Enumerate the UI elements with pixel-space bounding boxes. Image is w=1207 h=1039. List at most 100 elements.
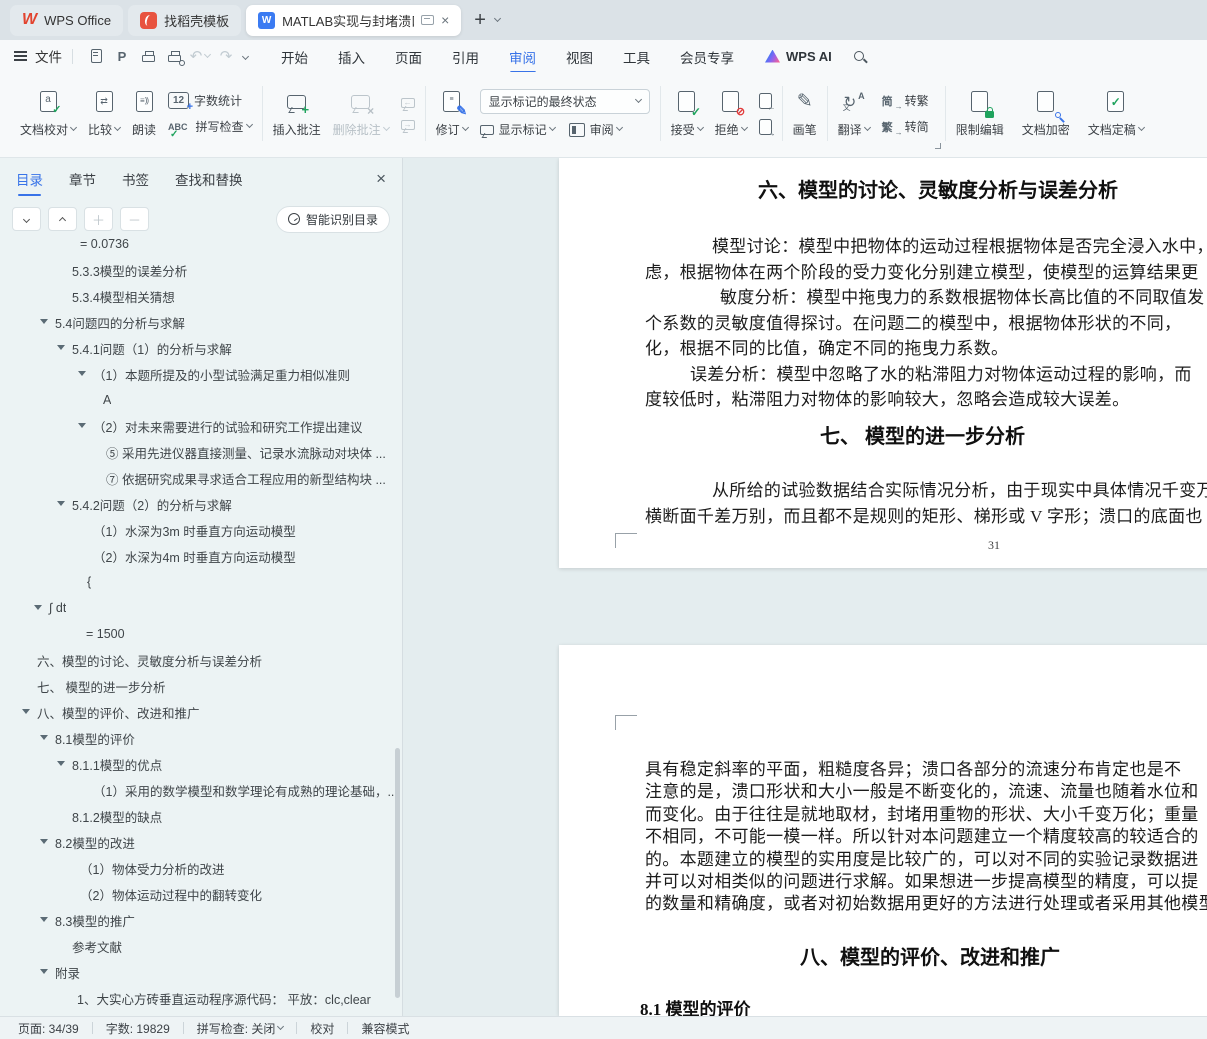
outline-item[interactable]: ∫ dt — [0, 595, 394, 621]
outline-item[interactable]: 七、 模型的进一步分析 — [0, 673, 394, 699]
reject-changes-button[interactable]: ⊘ 拒绝 — [715, 90, 748, 138]
accept-changes-button[interactable]: ✓ 接受 — [671, 90, 704, 138]
collapse-arrow-icon[interactable] — [40, 969, 48, 974]
outline-item[interactable]: { — [0, 569, 394, 595]
collapse-arrow-icon[interactable] — [57, 761, 65, 766]
close-tab-icon[interactable]: × — [441, 13, 449, 27]
spell-check-button[interactable]: ABC ✓ 拼写检查 — [168, 118, 253, 139]
outline-item[interactable]: （2）水深为4m 时垂直方向运动模型 — [0, 543, 394, 569]
zoom-in-outline-button[interactable]: ＋ — [84, 207, 113, 231]
document-page-32[interactable]: 具有稳定斜率的平面，粗糙度各异；溃口各部分的流速分布肯定也是不 注意的是，溃口形状… — [559, 645, 1207, 1016]
outline-item[interactable]: 附录 — [0, 959, 394, 985]
outline-item[interactable]: A — [0, 387, 394, 413]
pen-button[interactable]: ✎ 画笔 — [793, 90, 817, 138]
new-tab-button[interactable]: + — [474, 9, 486, 32]
sidebar-tab-目录[interactable]: 目录 — [16, 163, 43, 196]
status-spell-check[interactable]: 拼写检查: 关闭 — [197, 1020, 285, 1037]
markup-state-select[interactable]: 显示标记的最终状态 — [479, 89, 650, 114]
hamburger-menu-icon[interactable] — [14, 52, 27, 60]
previous-change-icon[interactable]: ← — [758, 92, 776, 111]
outline-item[interactable]: 5.4.1问题（1）的分析与求解 — [0, 335, 394, 361]
zoom-out-outline-button[interactable]: － — [120, 207, 149, 231]
outline-item[interactable]: = 0.0736 — [0, 231, 394, 257]
next-change-icon[interactable]: → — [758, 118, 776, 137]
redo-button[interactable]: ↷ — [213, 45, 239, 67]
outline-item[interactable]: 8.1.1模型的优点 — [0, 751, 394, 777]
outline-item[interactable]: ⑦ 依据研究成果寻求适合工程应用的新型结构块 ... — [0, 465, 394, 491]
next-comment-icon[interactable]: → — [400, 119, 415, 130]
save-button[interactable] — [83, 45, 109, 67]
sidebar-tab-书签[interactable]: 书签 — [122, 163, 149, 195]
collapse-arrow-icon[interactable] — [22, 709, 30, 714]
collapse-arrow-icon[interactable] — [34, 605, 42, 610]
document-page-31[interactable]: 六、模型的讨论、灵敏度分析与误差分析 模型讨论：模型中把物体的运动过程根据物体是… — [559, 158, 1207, 568]
document-workspace[interactable]: 六、模型的讨论、灵敏度分析与误差分析 模型讨论：模型中把物体的运动过程根据物体是… — [403, 158, 1207, 1016]
translate-button[interactable]: ↻ A 文 翻译 — [838, 90, 871, 138]
collapse-arrow-icon[interactable] — [78, 371, 86, 376]
compare-button[interactable]: ⇄ 比较 — [88, 90, 122, 138]
collapse-arrow-icon[interactable] — [78, 423, 86, 428]
outline-item[interactable]: （2）物体运动过程中的翻转变化 — [0, 881, 394, 907]
menu-item-引用[interactable]: 引用 — [437, 42, 494, 70]
outline-item[interactable]: 8.1模型的评价 — [0, 725, 394, 751]
delete-comment-button[interactable]: × 删除批注 — [333, 90, 390, 138]
outline-item[interactable]: 5.4问题四的分析与求解 — [0, 309, 394, 335]
menu-item-工具[interactable]: 工具 — [608, 42, 665, 70]
menu-item-插入[interactable]: 插入 — [323, 42, 380, 70]
outline-item[interactable]: （1）物体受力分析的改进 — [0, 855, 394, 881]
menu-item-视图[interactable]: 视图 — [551, 42, 608, 70]
outline-item[interactable]: 8.1.2模型的缺点 — [0, 803, 394, 829]
collapse-arrow-icon[interactable] — [40, 917, 48, 922]
encrypt-document-button[interactable]: 文档加密 — [1022, 90, 1070, 138]
outline-item[interactable]: 5.4.2问题（2）的分析与求解 — [0, 491, 394, 517]
smart-toc-button[interactable]: 智能识别目录 — [275, 205, 390, 233]
print-preview-button[interactable] — [161, 45, 187, 67]
group-expand-icon[interactable] — [934, 143, 941, 149]
menu-item-会员专享[interactable]: 会员专享 — [665, 42, 749, 70]
collapse-arrow-icon[interactable] — [40, 319, 48, 324]
outline-item[interactable]: ⑤ 采用先进仪器直接测量、记录水流脉动对块体 ... — [0, 439, 394, 465]
export-pdf-button[interactable]: P — [109, 45, 135, 67]
tab-document-matlab[interactable]: W MATLAB实现与封堵溃口有关 × — [246, 4, 462, 36]
outline-item[interactable]: 5.3.4模型相关猜想 — [0, 283, 394, 309]
print-button[interactable] — [135, 45, 161, 67]
outline-item[interactable]: （1）采用的数学模型和数学理论有成熟的理论基础，... — [0, 777, 394, 803]
outline-item[interactable]: 1、大实心方砖垂直运动程序源代码： 平放：clc,clear — [0, 985, 394, 1011]
status-page-count[interactable]: 页面: 34/39 — [18, 1020, 79, 1037]
collapse-arrow-icon[interactable] — [40, 735, 48, 740]
collapse-arrow-icon[interactable] — [40, 839, 48, 844]
sidebar-scrollbar[interactable] — [395, 748, 400, 998]
show-markup-button[interactable]: 显示标记 — [479, 121, 556, 138]
outline-item[interactable]: = 1500 — [0, 621, 394, 647]
window-mode-icon[interactable] — [421, 15, 435, 25]
collapse-arrow-icon[interactable] — [57, 345, 65, 350]
close-sidebar-icon[interactable]: × — [376, 169, 386, 189]
search-icon[interactable] — [853, 51, 864, 61]
wps-ai-button[interactable]: WPS AI — [765, 49, 832, 64]
outline-item[interactable]: 八、模型的评价、改进和推广 — [0, 699, 394, 725]
outline-item[interactable]: 参考文献 — [0, 933, 394, 959]
outline-item[interactable]: （2）对未来需要进行的试验和研究工作提出建议 — [0, 413, 394, 439]
doc-proofread-button[interactable]: a ✓ 文档校对 — [20, 90, 78, 138]
outline-item[interactable]: （1）水深为3m 时垂直方向运动模型 — [0, 517, 394, 543]
expand-all-button[interactable] — [12, 207, 41, 231]
tab-wps-office[interactable]: W WPS Office — [10, 4, 124, 36]
finalize-document-button[interactable]: ✓ 文档定稿 — [1088, 90, 1145, 138]
collapse-arrow-icon[interactable] — [57, 501, 65, 506]
menu-item-审阅[interactable]: 审阅 — [494, 42, 551, 70]
menu-item-页面[interactable]: 页面 — [380, 42, 437, 70]
outline-item[interactable]: 六、模型的讨论、灵敏度分析与误差分析 — [0, 647, 394, 673]
review-pane-button[interactable]: 审阅 — [568, 121, 623, 138]
restrict-editing-button[interactable]: 限制编辑 — [956, 90, 1004, 138]
tab-docer-templates[interactable]: 找稻壳模板 — [128, 4, 242, 36]
outline-item[interactable]: 8.2模型的改进 — [0, 829, 394, 855]
undo-button[interactable]: ↶ — [187, 45, 213, 67]
read-aloud-button[interactable]: ≡)) 朗读 — [132, 90, 156, 138]
sidebar-tab-查找和替换[interactable]: 查找和替换 — [175, 163, 243, 195]
toolbar-more-chevron-icon[interactable] — [241, 52, 250, 60]
file-menu[interactable]: 文件 — [35, 46, 62, 66]
to-simplified-button[interactable]: 繁 → 转简 — [882, 118, 929, 137]
track-changes-button[interactable]: ≡ ✎ 修订 — [436, 90, 469, 138]
collapse-all-button[interactable] — [48, 207, 77, 231]
sidebar-tab-章节[interactable]: 章节 — [69, 163, 96, 195]
